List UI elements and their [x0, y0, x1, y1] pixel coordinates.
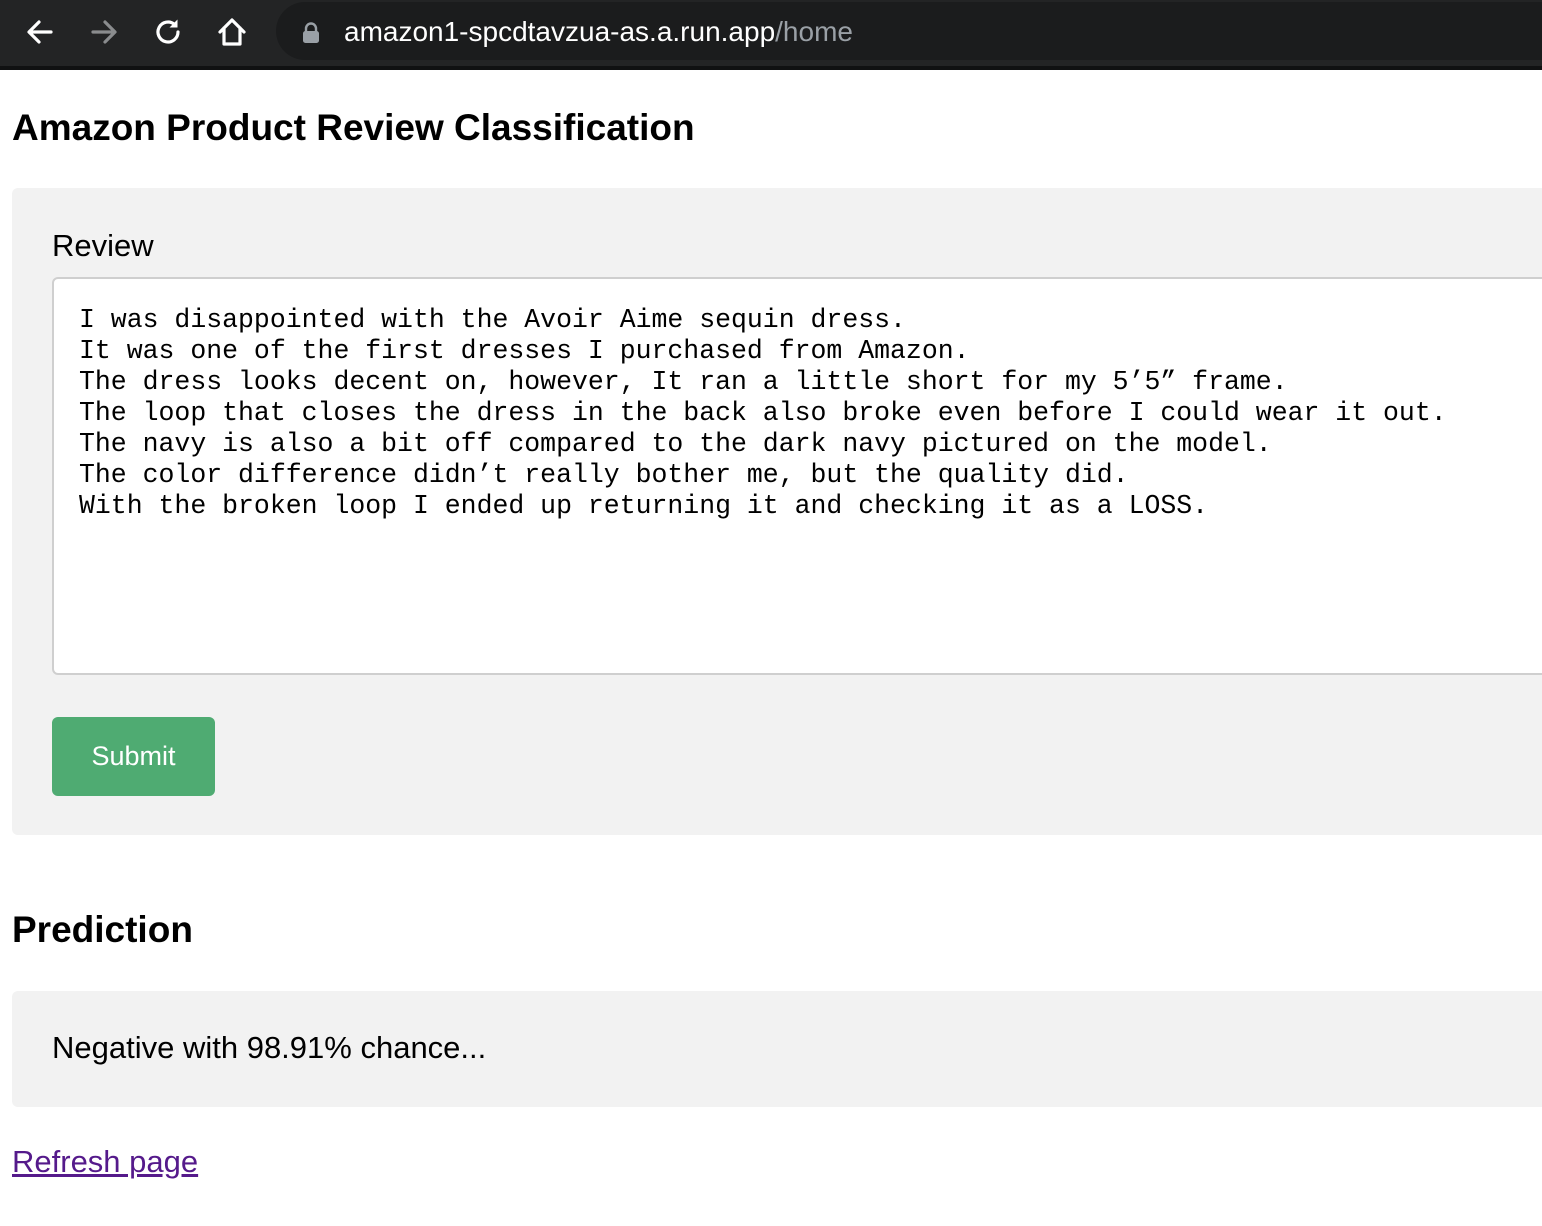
review-form: Review I was disappointed with the Avoir…: [12, 188, 1542, 835]
prediction-panel: Negative with 98.91% chance...: [12, 991, 1542, 1107]
lock-icon: [302, 22, 320, 49]
home-button[interactable]: [212, 12, 252, 52]
forward-button[interactable]: [84, 12, 124, 52]
url-host: amazon1-spcdtavzua-as.a.run.app: [344, 16, 776, 47]
address-bar[interactable]: amazon1-spcdtavzua-as.a.run.app/home: [276, 2, 1542, 60]
refresh-page-link[interactable]: Refresh page: [12, 1143, 198, 1181]
reload-icon: [156, 19, 180, 44]
arrow-right-icon: [91, 20, 117, 44]
prediction-title: Prediction: [12, 909, 193, 950]
review-textarea[interactable]: I was disappointed with the Avoir Aime s…: [52, 277, 1542, 675]
url-path: /home: [775, 16, 853, 47]
prediction-result: Negative with 98.91% chance...: [52, 1030, 487, 1065]
arrow-left-icon: [27, 20, 53, 44]
browser-toolbar: amazon1-spcdtavzua-as.a.run.app/home: [0, 0, 1542, 70]
submit-button[interactable]: Submit: [52, 717, 215, 796]
page-title: Amazon Product Review Classification: [12, 107, 695, 148]
review-label: Review: [52, 228, 154, 263]
reload-button[interactable]: [148, 12, 188, 52]
home-icon: [218, 18, 246, 46]
back-button[interactable]: [20, 12, 60, 52]
url-text: amazon1-spcdtavzua-as.a.run.app/home: [344, 16, 853, 48]
